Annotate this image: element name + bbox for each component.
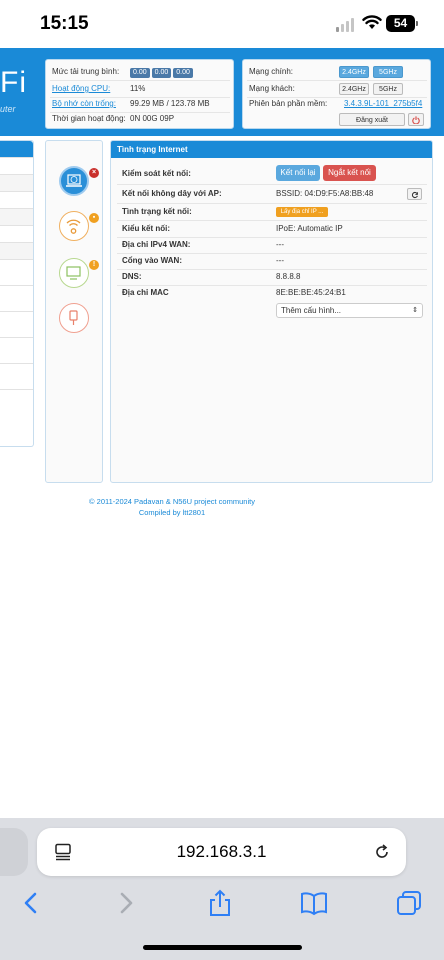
sidebar-item[interactable] xyxy=(0,363,33,380)
battery-icon: 54 xyxy=(386,15,418,32)
select-arrows-icon: ⇕ xyxy=(412,307,418,314)
globe-laptop-icon xyxy=(66,174,82,187)
main-network-label: Mạng chính: xyxy=(249,67,294,76)
sidebar-item[interactable] xyxy=(0,174,33,191)
sidebar-item[interactable] xyxy=(0,242,33,259)
copyright-text: © 2011-2024 Padavan & N56U project commu… xyxy=(89,497,255,506)
dns-value: 8.8.8.8 xyxy=(276,272,301,281)
connection-control-label: Kiểm soát kết nối: xyxy=(122,169,191,178)
back-icon[interactable] xyxy=(16,888,46,918)
load-average-label: Mức tải trung bình: xyxy=(52,67,120,76)
network-map-column: × ▪ ! xyxy=(45,140,103,483)
compiled-by-text: Compiled by ltt2801 xyxy=(138,508,206,517)
mac-address-label: Địa chỉ MAC xyxy=(122,288,169,297)
refresh-ap-button[interactable] xyxy=(407,188,422,200)
router-logo-subtitle: uter xyxy=(0,104,16,114)
mac-address-value: 8E:BE:BE:45:24:B1 xyxy=(276,288,346,297)
cellular-signal-icon xyxy=(336,16,356,32)
previous-tab-preview[interactable] xyxy=(0,828,28,876)
network-panel: Mạng chính: 2.4GHz 5GHz Mạng khách: 2.4G… xyxy=(242,59,431,129)
client-count-badge-icon: ! xyxy=(89,260,99,270)
forward-icon[interactable] xyxy=(111,888,141,918)
uptime-label: Thời gian hoạt động: xyxy=(52,114,126,123)
guest-24ghz-button[interactable]: 2.4GHz xyxy=(339,83,369,95)
connection-type-value: IPoE: Automatic IP xyxy=(276,224,343,233)
address-bar[interactable]: 192.168.3.1 xyxy=(37,828,406,876)
sidebar-item[interactable] xyxy=(0,311,33,328)
sidebar-item[interactable] xyxy=(0,389,33,406)
status-badge: Lấy địa chỉ IP ... xyxy=(276,207,328,217)
refresh-icon xyxy=(411,191,418,199)
url-text: 192.168.3.1 xyxy=(176,842,267,861)
usb-icon xyxy=(69,310,78,325)
connection-status-label: Tình trạng kết nối: xyxy=(122,207,192,216)
router-logo: Fi xyxy=(0,66,27,99)
reload-icon[interactable] xyxy=(373,843,391,861)
guest-5ghz-button[interactable]: 5GHz xyxy=(373,83,403,95)
browser-toolbar: 192.168.3.1 xyxy=(0,818,444,960)
sidebar-item[interactable] xyxy=(0,191,33,208)
dns-label: DNS: xyxy=(122,272,142,281)
connection-type-label: Kiểu kết nối: xyxy=(122,224,171,233)
uptime-value: 0N 00G 09P xyxy=(130,114,175,123)
wireless-ap-label: Kết nối không dây với AP: xyxy=(122,189,222,198)
wan-gateway-value: --- xyxy=(276,256,284,265)
sidebar-item[interactable] xyxy=(0,157,33,174)
load-badge: 0.00 xyxy=(130,68,150,78)
wireless-status-button[interactable] xyxy=(59,211,89,241)
sidebar-menu xyxy=(0,140,34,447)
share-icon[interactable] xyxy=(205,888,235,918)
free-memory-link[interactable]: Bộ nhớ còn trống: xyxy=(52,97,116,111)
free-memory-value: 99.29 MB / 123.78 MB xyxy=(130,99,210,108)
clients-status-button[interactable] xyxy=(59,258,89,288)
wifi-router-icon xyxy=(66,219,81,234)
guest-network-label: Mạng khách: xyxy=(249,84,295,93)
logout-button[interactable]: Đăng xuất xyxy=(339,113,405,126)
internet-status-title: Tình trạng Internet xyxy=(111,141,432,158)
system-info-panel: Mức tải trung bình: 0.00 0.00 0.00 Hoạt độ… xyxy=(45,59,234,129)
firmware-version-link[interactable]: 3.4.3.9L-101_275b5f4 xyxy=(344,97,422,111)
sidebar-header xyxy=(0,141,33,157)
more-config-label: Thêm cấu hình... xyxy=(281,306,342,315)
load-badge: 0.00 xyxy=(173,68,193,78)
status-time: 15:15 xyxy=(40,13,89,34)
power-button[interactable] xyxy=(408,113,424,126)
usb-status-button[interactable] xyxy=(59,303,89,333)
internet-status-button[interactable] xyxy=(59,166,89,196)
main-5ghz-button[interactable]: 5GHz xyxy=(373,66,403,78)
wan-gateway-label: Cổng vào WAN: xyxy=(122,256,182,265)
bssid-value: BSSID: 04:D9:F5:A8:BB:48 xyxy=(276,189,374,198)
wifi-icon xyxy=(362,15,382,29)
disconnect-button[interactable]: Ngắt kết nối xyxy=(323,165,376,181)
bookmarks-icon[interactable] xyxy=(299,888,329,918)
cpu-usage-link[interactable]: Hoạt động CPU: xyxy=(52,82,110,96)
monitor-icon xyxy=(66,266,81,280)
status-bar: 15:15 54 xyxy=(0,0,444,48)
firmware-label: Phiên bản phần mềm: xyxy=(249,99,328,108)
tabs-icon[interactable] xyxy=(394,888,424,918)
lock-badge-icon: ▪ xyxy=(89,213,99,223)
wan-ipv4-label: Địa chỉ IPv4 WAN: xyxy=(122,240,191,249)
power-icon xyxy=(412,116,420,125)
internet-status-panel: Tình trạng Internet Kiểm soát kết nối: K… xyxy=(110,140,433,483)
cpu-usage-value: 11% xyxy=(130,84,146,93)
sidebar-item[interactable] xyxy=(0,337,33,354)
sidebar-item[interactable] xyxy=(0,259,33,276)
wan-ipv4-value: --- xyxy=(276,240,284,249)
main-24ghz-button[interactable]: 2.4GHz xyxy=(339,66,369,78)
home-indicator xyxy=(143,945,302,950)
load-badge: 0.00 xyxy=(151,68,172,78)
load-average-values: 0.00 0.00 0.00 xyxy=(130,65,195,79)
sidebar-item[interactable] xyxy=(0,225,33,242)
reconnect-button[interactable]: Kết nối lại xyxy=(276,165,320,181)
more-config-select[interactable]: Thêm cấu hình... ⇕ xyxy=(276,303,423,318)
error-badge-icon: × xyxy=(89,168,99,178)
sidebar-item[interactable] xyxy=(0,208,33,225)
sidebar-item[interactable] xyxy=(0,285,33,302)
